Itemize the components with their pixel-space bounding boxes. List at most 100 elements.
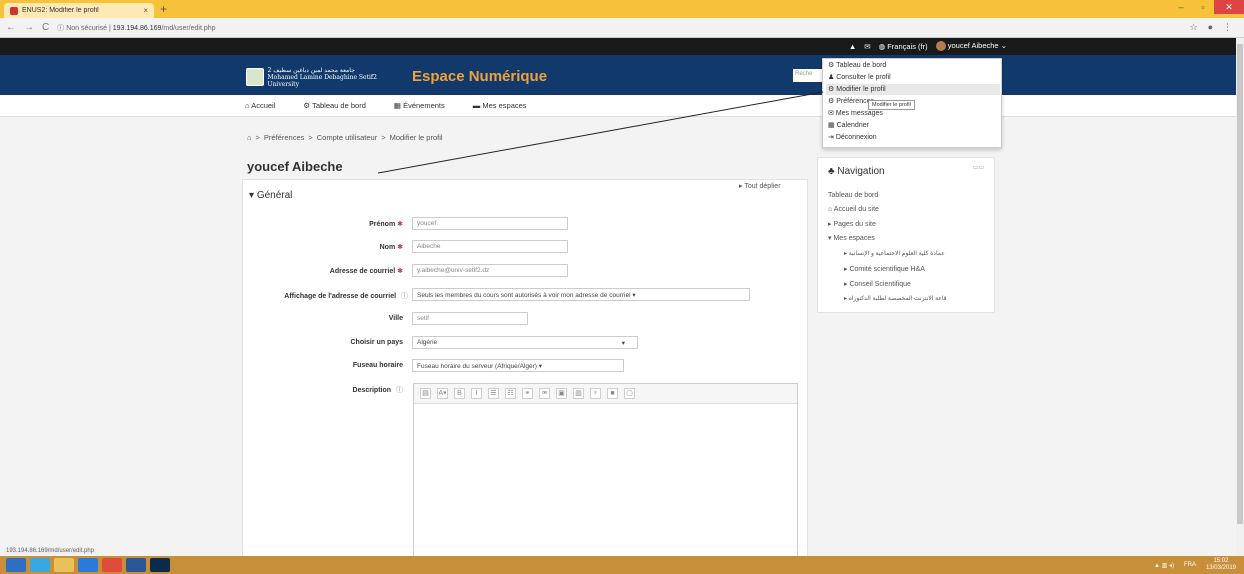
new-tab-button[interactable]: + xyxy=(160,2,167,16)
record-video-icon[interactable]: ■ xyxy=(607,388,618,399)
nav-item-site-home[interactable]: ⌂ Accueil du site xyxy=(828,206,879,213)
menu-item-evenements[interactable]: ▦ Événements xyxy=(394,101,445,110)
calendar-icon: ▦ xyxy=(393,101,401,110)
user-menu-calendar[interactable]: ▦ Calendrier xyxy=(826,120,1000,131)
user-menu-logout[interactable]: ⇥ Déconnexion xyxy=(826,132,1000,143)
breadcrumb-item-preferences[interactable]: Préférences xyxy=(264,133,304,142)
globe-icon: ◍ xyxy=(878,41,888,51)
required-icon: ✱ xyxy=(397,244,403,251)
section-general-header[interactable]: ▾ Général xyxy=(249,190,292,201)
firstname-field[interactable]: youcef xyxy=(412,217,568,230)
breadcrumb-item-compte[interactable]: Compte utilisateur xyxy=(317,133,377,142)
sitemap-icon: ♣ xyxy=(828,166,838,177)
nav-item-my-courses[interactable]: ▾ Mes espaces xyxy=(828,234,875,242)
bell-icon[interactable]: ▲ xyxy=(849,42,856,51)
scrollbar-thumb[interactable] xyxy=(1237,44,1243,524)
browser-menu-icon[interactable]: ⋮ xyxy=(1223,22,1232,33)
user-menu-dashboard[interactable]: ⚙ Tableau de bord xyxy=(826,60,1000,71)
user-icon: ♟ xyxy=(828,74,835,81)
tray-icons[interactable]: ▲ ▥ ◂) xyxy=(1154,562,1174,569)
page-scrollbar[interactable] xyxy=(1236,38,1244,556)
calendar-icon: ▦ xyxy=(828,122,835,129)
user-menu-view-profile[interactable]: ♟ Consulter le profil xyxy=(826,72,1000,83)
nav-item-course-4[interactable]: ▸ قاعة الانترنت المخصصة لطلبة الدكتوراه xyxy=(844,295,947,302)
close-window-button[interactable]: ✕ xyxy=(1214,0,1244,14)
timezone-select[interactable]: Fuseau horaire du serveur (Afrique/Alger… xyxy=(412,359,624,372)
nav-item-site-pages[interactable]: ▸ Pages du site xyxy=(828,220,876,228)
nav-item-course-3[interactable]: ▸ Conseil Scientifique xyxy=(844,280,911,288)
help-icon[interactable]: ⓘ xyxy=(401,293,408,300)
breadcrumb: ⌂ > Préférences > Compte utilisateur > M… xyxy=(247,133,443,142)
expand-all-link[interactable]: ▸ Tout déplier xyxy=(739,182,781,190)
start-icon[interactable] xyxy=(6,558,26,572)
input-language[interactable]: FRA xyxy=(1184,562,1196,568)
url-path: /md/user/edit.php xyxy=(161,24,216,32)
email-display-label-text: Affichage de l'adresse de courriel xyxy=(284,293,397,300)
bookmark-star-icon[interactable]: ☆ xyxy=(1189,22,1197,33)
file-explorer-icon[interactable] xyxy=(54,558,74,572)
nav-item-label: Mes espaces xyxy=(833,235,875,242)
paragraph-style-icon[interactable]: A▾ xyxy=(437,388,448,399)
media-icon[interactable]: ▥ xyxy=(573,388,584,399)
url-field[interactable]: ⓘ Non sécurisé | 193.194.86.169/md/user/… xyxy=(57,23,1181,33)
bold-icon[interactable]: B xyxy=(454,388,465,399)
breadcrumb-separator: > xyxy=(308,133,313,142)
photoshop-icon[interactable] xyxy=(150,558,170,572)
minimize-button[interactable]: – xyxy=(1170,0,1192,14)
user-menu-toggle[interactable]: youcef Aibeche ⌄ xyxy=(935,41,1007,52)
clock-time: 15:02 xyxy=(1213,558,1229,564)
reload-icon[interactable]: C xyxy=(42,22,49,33)
navigation-block: ♣ Navigation ▭▭ Tableau de bord ⌂ Accuei… xyxy=(817,157,995,313)
browser-tab[interactable]: ENUS2: Modifier le profil × xyxy=(4,3,154,18)
manage-files-icon[interactable]: ▢ xyxy=(624,388,635,399)
university-logo[interactable]: جامعة محمد لمين دباغين سطيف 2 Mohamed La… xyxy=(246,66,406,88)
record-audio-icon[interactable]: ♆ xyxy=(590,388,601,399)
italic-icon[interactable]: I xyxy=(471,388,482,399)
lastname-field[interactable]: Aibeche xyxy=(412,240,568,253)
forward-icon[interactable]: → xyxy=(24,22,34,33)
tab-close-icon[interactable]: × xyxy=(143,6,148,15)
tooltip: Modifier le profil xyxy=(868,100,915,110)
message-icon[interactable]: ✉ xyxy=(864,42,870,51)
menu-item-tableau-de-bord[interactable]: ⚙ Tableau de bord xyxy=(303,101,365,110)
unlink-icon[interactable]: ⚮ xyxy=(539,388,550,399)
language-selector[interactable]: ◍ Français (fr) xyxy=(879,42,928,51)
email-display-select[interactable]: Seuls les membres du cours sont autorisé… xyxy=(412,288,750,301)
nav-item-dashboard[interactable]: Tableau de bord xyxy=(828,192,878,199)
unordered-list-icon[interactable]: ☰ xyxy=(488,388,499,399)
help-icon[interactable]: ⓘ xyxy=(396,387,403,394)
back-icon[interactable]: ← xyxy=(6,22,16,33)
user-menu-label: Modifier le profil xyxy=(836,86,886,93)
city-field[interactable]: setif xyxy=(412,312,528,325)
link-icon[interactable]: ⚭ xyxy=(522,388,533,399)
menu-item-accueil[interactable]: ⌂ Accueil xyxy=(245,101,275,110)
editor-text-area[interactable] xyxy=(414,404,797,558)
nav-item-course-1[interactable]: ▸ عمادة كلية العلوم الاجتماعية و الإنسان… xyxy=(844,250,945,257)
chevron-down-icon: ⌄ xyxy=(1000,41,1007,50)
chrome-icon[interactable] xyxy=(102,558,122,572)
editor-toolbar: ▤ A▾ B I ☰ ☷ ⚭ ⚮ ▣ ▥ ♆ ■ ▢ xyxy=(414,384,797,404)
site-name[interactable]: Espace Numérique xyxy=(412,68,547,85)
country-select[interactable]: Algérie ▾ xyxy=(412,336,638,349)
maximize-button[interactable]: ▫ xyxy=(1192,0,1214,14)
email-field[interactable]: y.aibeche@univ-setif2.dz xyxy=(412,264,568,277)
browser-tab-strip: ENUS2: Modifier le profil × + – ▫ ✕ xyxy=(0,0,1244,18)
ordered-list-icon[interactable]: ☷ xyxy=(505,388,516,399)
breadcrumb-separator: > xyxy=(255,133,260,142)
message-icon: ✉ xyxy=(828,110,834,117)
media-player-icon[interactable] xyxy=(78,558,98,572)
nav-item-label: Conseil Scientifique xyxy=(849,281,911,288)
user-menu-label: Déconnexion xyxy=(835,134,877,141)
menu-item-mes-espaces[interactable]: ▬ Mes espaces xyxy=(473,101,527,110)
breadcrumb-home-icon[interactable]: ⌂ xyxy=(247,133,252,142)
block-controls-icon[interactable]: ▭▭ xyxy=(973,164,984,171)
toolbar-toggle-icon[interactable]: ▤ xyxy=(420,388,431,399)
nav-item-label: عمادة كلية العلوم الاجتماعية و الإنسانية xyxy=(848,251,945,257)
extension-icon[interactable]: ● xyxy=(1208,22,1213,33)
user-menu-edit-profile[interactable]: ⚙ Modifier le profil xyxy=(826,84,1000,95)
image-icon[interactable]: ▣ xyxy=(556,388,567,399)
internet-explorer-icon[interactable] xyxy=(30,558,50,572)
word-icon[interactable] xyxy=(126,558,146,572)
clock[interactable]: 15:02 13/03/2019 xyxy=(1206,558,1236,572)
nav-item-course-2[interactable]: ▸ Comité scientifique H&A xyxy=(844,265,925,273)
